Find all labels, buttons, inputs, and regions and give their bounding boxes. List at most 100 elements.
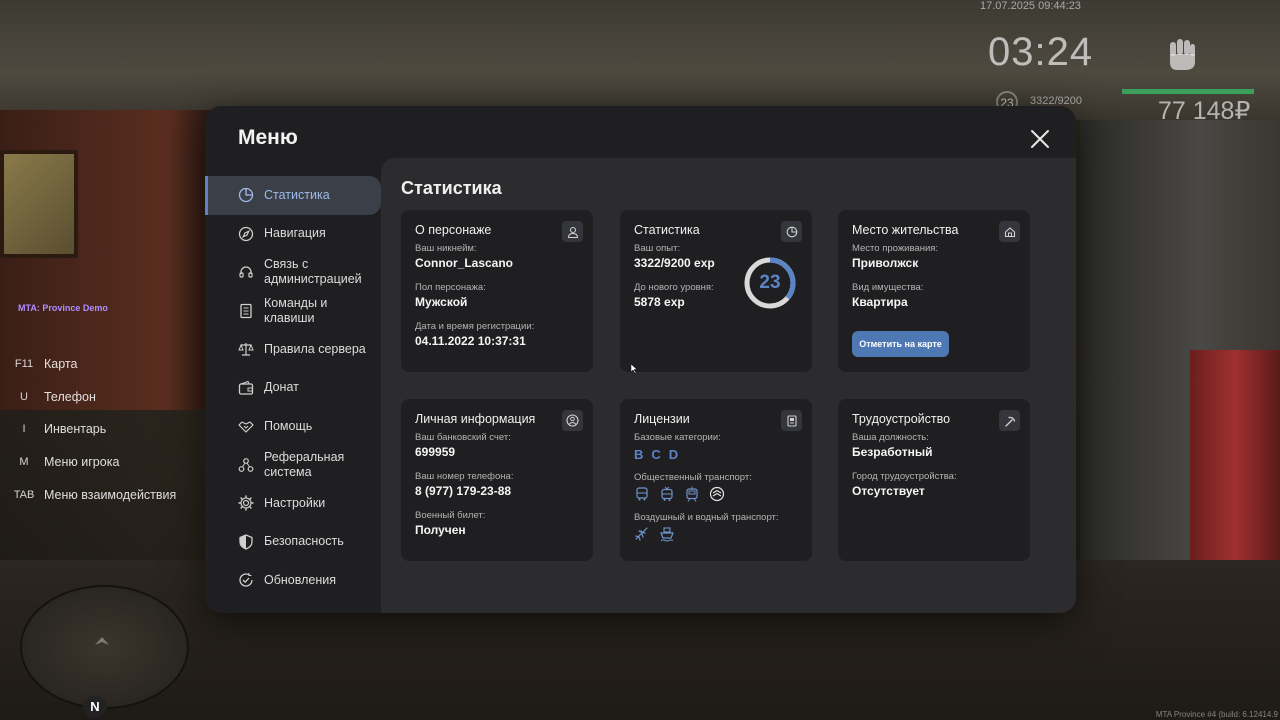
compass-icon: [238, 226, 254, 242]
player-arrow-icon: [93, 635, 111, 651]
pie-chart-icon: [781, 221, 802, 242]
bank-account-value: 699959: [415, 445, 456, 459]
page-title: Статистика: [401, 178, 502, 198]
residence-card: Место жительства Место проживания: Приво…: [838, 210, 1030, 372]
sidebar-item-label: Обновления: [264, 572, 336, 587]
hud-health-bar: [1122, 89, 1254, 94]
license-card-icon: [781, 410, 802, 431]
sidebar-item-label: Помощь: [264, 418, 313, 433]
public-transport-icons: [634, 486, 798, 502]
hotkey-label: Меню взаимодействия: [44, 487, 177, 502]
mouse-cursor-icon: [630, 363, 639, 377]
residence-place-label: Место проживания:: [852, 243, 939, 254]
sidebar-item-label: Команды и клавиши: [264, 295, 328, 325]
hotkey-player-menu: M Меню игрока: [12, 446, 212, 479]
sidebar-item-commands[interactable]: Команды и клавиши: [205, 292, 381, 331]
nickname-label: Ваш никнейм:: [415, 243, 477, 254]
gender-value: Мужской: [415, 295, 468, 309]
hud-datetime: 17.07.2025 09:44:23: [980, 0, 1081, 12]
sidebar-item-label: Безопасность: [264, 534, 344, 549]
mark-on-map-button[interactable]: Отметить на карте: [852, 331, 949, 357]
phone-value: 8 (977) 179-23-88: [415, 484, 512, 498]
scales-icon: [238, 341, 254, 357]
user-icon: [562, 221, 583, 242]
sidebar-item-rules[interactable]: Правила сервера: [205, 330, 381, 369]
hotkey-label: Карта: [44, 357, 78, 372]
hotkey-label: Инвентарь: [44, 422, 107, 437]
fist-icon: [1165, 36, 1199, 74]
property-type-value: Квартира: [852, 295, 908, 309]
north-marker: N: [83, 696, 107, 718]
stats-card: Статистика Ваш опыт: 3322/9200 exp До но…: [620, 210, 812, 372]
sidebar-item-statistics[interactable]: Статистика: [205, 176, 381, 215]
base-categories-label: Базовые категории:: [634, 432, 721, 443]
sidebar-item-navigation[interactable]: Навигация: [205, 215, 381, 254]
hotkey-map: F11 Карта: [12, 348, 212, 381]
shield-icon: [238, 534, 254, 550]
close-icon: [1031, 130, 1049, 148]
military-id-label: Военный билет:: [415, 510, 486, 521]
wallet-icon: [238, 380, 254, 396]
card-title: Личная информация: [415, 412, 536, 426]
residence-place-value: Приволжск: [852, 256, 919, 270]
airplane-icon: [635, 527, 648, 541]
sidebar-item-label: Навигация: [264, 226, 326, 241]
sidebar-item-help[interactable]: Помощь: [205, 407, 381, 446]
registration-value: 04.11.2022 10:37:31: [415, 334, 526, 348]
property-type-label: Вид имущества:: [852, 282, 924, 293]
hotkey-label: Телефон: [44, 389, 96, 404]
tram-icon: [686, 486, 698, 502]
bank-account-label: Ваш банковский счет:: [415, 432, 511, 443]
hotkey-key: I: [22, 423, 26, 436]
employment-city-label: Город трудоустройства:: [852, 471, 957, 482]
home-icon: [999, 221, 1020, 242]
trolleybus-icon: [661, 486, 673, 501]
hud-money: 77 148₽: [1158, 97, 1251, 125]
hotkey-key: TAB: [13, 488, 35, 501]
card-title: Лицензии: [634, 412, 690, 426]
pickaxe-icon: [999, 410, 1020, 431]
license-category-c: C: [651, 447, 661, 462]
hotkey-list: F11 Карта U Телефон I Инвентарь M Меню и…: [12, 348, 212, 511]
hotkey-interaction-menu: TAB Меню взаимодействия: [12, 478, 212, 511]
sidebar-item-label: Правила сервера: [264, 341, 366, 356]
referral-icon: [238, 457, 254, 473]
server-label: MTA: Province Demo: [18, 303, 108, 313]
sidebar-item-label: Статистика: [264, 187, 330, 202]
taxi-icon: [709, 486, 725, 502]
sidebar-item-label: Настройки: [264, 495, 326, 510]
character-card: О персонаже Ваш никнейм: Connor_Lascano …: [401, 210, 593, 372]
license-category-d: D: [668, 447, 679, 462]
sidebar-item-security[interactable]: Безопасность: [205, 523, 381, 562]
sidebar-item-donate[interactable]: Донат: [205, 369, 381, 408]
handshake-icon: [238, 418, 254, 434]
sidebar-item-label: Связь с администрацией: [264, 257, 362, 287]
registration-label: Дата и время регистрации:: [415, 321, 535, 332]
bus-icon: [636, 487, 648, 501]
card-title: Место жительства: [852, 223, 959, 237]
personal-info-card: Личная информация Ваш банковский счет: 6…: [401, 399, 593, 561]
exp-label: Ваш опыт:: [634, 243, 681, 254]
headset-icon: [238, 264, 254, 280]
base-categories: B C D: [634, 447, 798, 462]
user-circle-icon: [562, 410, 583, 431]
scene-window: [0, 150, 78, 258]
employment-city-value: Отсутствует: [852, 484, 925, 498]
hotkey-phone: U Телефон: [12, 381, 212, 414]
level-value: 23: [759, 272, 781, 293]
document-icon: [238, 303, 254, 319]
sidebar-item-settings[interactable]: Настройки: [205, 484, 381, 523]
card-title: О персонаже: [415, 223, 492, 237]
hotkey-inventory: I Инвентарь: [12, 413, 212, 446]
sidebar-item-referral[interactable]: Реферальная система: [205, 446, 381, 485]
military-id-value: Получен: [415, 523, 466, 537]
close-button[interactable]: [1027, 126, 1053, 152]
air-water-transport-label: Воздушный и водный транспорт:: [634, 512, 779, 523]
sidebar-item-updates[interactable]: Обновления: [205, 561, 381, 600]
menu-title: Меню: [238, 126, 298, 149]
sidebar-item-admin-contact[interactable]: Связь с администрацией: [205, 253, 381, 292]
card-title: Статистика: [634, 223, 700, 237]
sidebar-item-label: Реферальная система: [264, 449, 345, 479]
public-transport-label: Общественный транспорт:: [634, 472, 752, 483]
licenses-card: Лицензии Базовые категории: B C D Общест…: [620, 399, 812, 561]
